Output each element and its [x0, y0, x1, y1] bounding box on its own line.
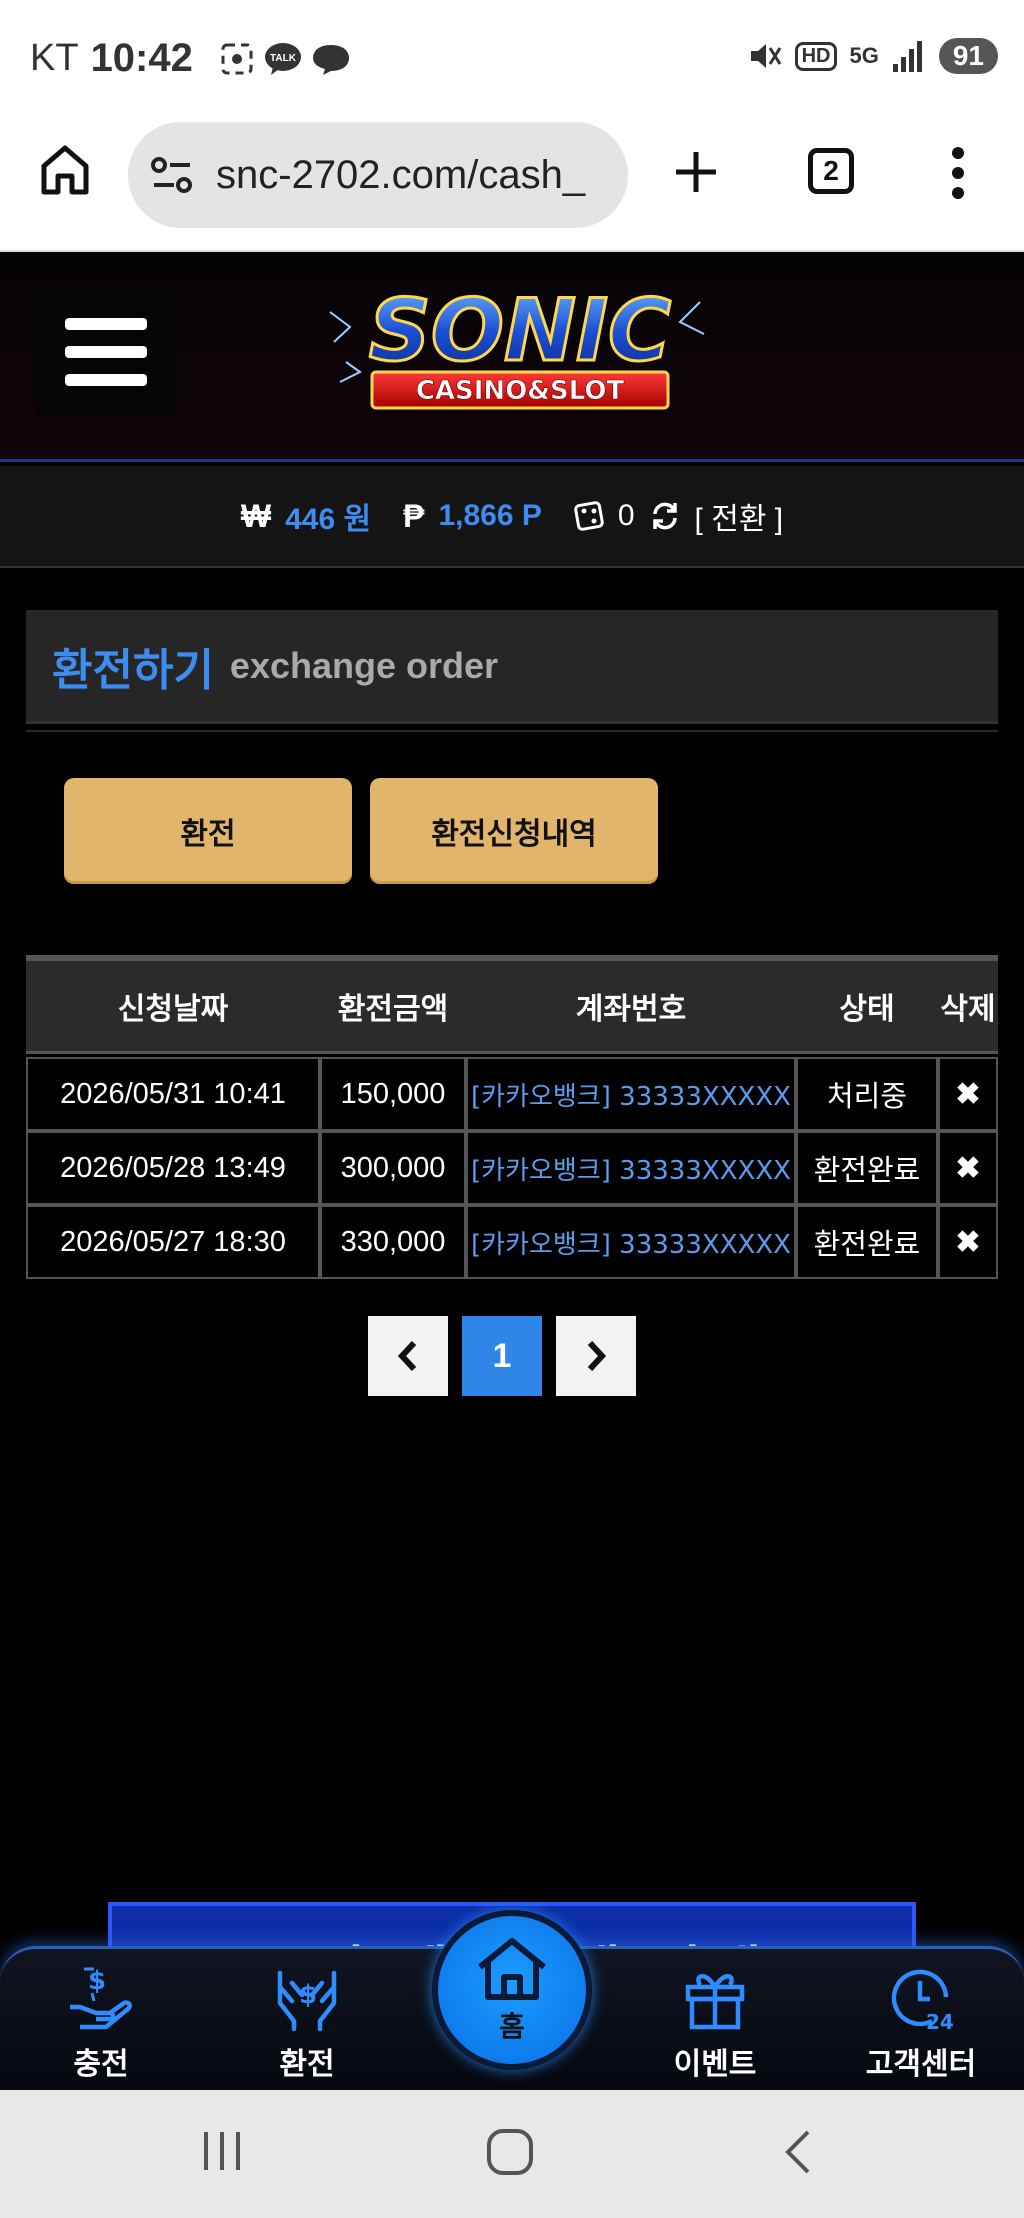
home-icon[interactable] [38, 140, 92, 200]
table-row: 2026/05/31 10:41 150,000 [카카오뱅크] 33333XX… [26, 1057, 998, 1131]
home-icon [478, 1938, 546, 2000]
column-header: 계좌번호 [466, 955, 796, 1051]
signal-icon [892, 41, 922, 72]
network-5g-icon: 5G [849, 43, 879, 68]
divider [26, 730, 998, 732]
deposit-hand-icon: $ [70, 1966, 132, 2030]
prev-page-button[interactable] [368, 1316, 448, 1396]
screenshot-icon [221, 43, 253, 74]
delete-icon[interactable]: ✖ [938, 1131, 998, 1205]
next-page-button[interactable] [556, 1316, 636, 1396]
cash-balance: 446 원 [285, 503, 372, 536]
account-number: [카카오뱅크] 33333XXXXX [466, 1057, 796, 1131]
page-title: 환전하기 [52, 644, 214, 696]
delete-icon[interactable]: ✖ [938, 1205, 998, 1279]
nav-label: 환전 [279, 2047, 335, 2082]
nav-exchange[interactable]: $ 환전 [232, 1963, 382, 2083]
nav-event[interactable]: 이벤트 [640, 1963, 790, 2083]
site-logo[interactable]: SONIC CASINO&SLOT [320, 272, 720, 422]
nav-label: 이벤트 [673, 2047, 757, 2082]
back-icon[interactable] [780, 2128, 814, 2176]
nav-charge[interactable]: $ 충전 [26, 1963, 176, 2083]
more-menu-icon[interactable] [948, 146, 968, 200]
site-header: SONIC CASINO&SLOT [0, 252, 1024, 462]
exchange-amount: 300,000 [320, 1131, 466, 1205]
browser-toolbar: snc-2702.com/cash_ 2 [0, 118, 1024, 252]
point-icon: ₱ [403, 497, 425, 534]
status-label: 환전완료 [796, 1205, 938, 1279]
mute-icon [750, 44, 781, 68]
gift-icon [685, 1974, 745, 2030]
menu-icon-bar [65, 374, 147, 386]
exchange-hands-icon: $ [277, 1970, 337, 2032]
chevron-right-icon [587, 1340, 607, 1372]
balance-bar: ₩ 446 원 ₱ 1,866 P 0 [ 전환 ] [0, 466, 1024, 568]
menu-icon-bar [65, 346, 147, 358]
nav-label: 고객센터 [865, 2047, 977, 2082]
nav-home-button[interactable]: 홈 [432, 1910, 592, 2070]
request-date: 2026/05/27 18:30 [26, 1205, 320, 1279]
account-number: [카카오뱅크] 33333XXXXX [466, 1205, 796, 1279]
chevron-left-icon [397, 1340, 417, 1372]
hamburger-menu-button[interactable] [36, 288, 176, 416]
logo-subtitle: CASINO&SLOT [416, 376, 625, 406]
exchange-amount: 330,000 [320, 1205, 466, 1279]
page-subtitle: exchange order [229, 644, 499, 686]
recent-apps-icon[interactable] [200, 2128, 244, 2174]
nav-label: 충전 [73, 2047, 129, 2082]
nav-support[interactable]: 24 고객센터 [846, 1963, 996, 2083]
request-date: 2026/05/28 13:49 [26, 1131, 320, 1205]
carrier-label: KT [30, 37, 79, 79]
site-settings-icon[interactable] [150, 155, 194, 195]
clock: 10:42 [90, 36, 193, 80]
support-24h-icon: 24 [891, 1969, 954, 2033]
status-label: 처리중 [796, 1057, 938, 1131]
svg-text:TALK: TALK [270, 53, 297, 64]
logo-title: SONIC [369, 281, 671, 381]
column-header: 삭제 [938, 955, 998, 1051]
convert-button[interactable]: [ 전환 ] [695, 494, 784, 538]
won-icon: ₩ [240, 497, 272, 534]
battery-indicator: 91 [938, 38, 998, 74]
page-title-box: 환전하기 exchange order [26, 610, 998, 724]
menu-icon-bar [65, 318, 147, 330]
url-text: snc-2702.com/cash_ [216, 152, 586, 197]
home-icon[interactable] [486, 2128, 534, 2176]
table-row: 2026/05/28 13:49 300,000 [카카오뱅크] 33333XX… [26, 1131, 998, 1205]
exchange-tab-button[interactable]: 환전 [64, 778, 352, 884]
address-bar[interactable]: snc-2702.com/cash_ [128, 122, 628, 228]
new-tab-icon[interactable] [672, 148, 720, 196]
kakaotalk-icon: TALK [264, 42, 301, 75]
exchange-history-tab-button[interactable]: 환전신청내역 [370, 778, 658, 884]
system-navigation-bar [0, 2090, 1024, 2218]
nav-label: 홈 [499, 2010, 525, 2043]
svg-text:24: 24 [926, 2010, 954, 2033]
table-row: 2026/05/27 18:30 330,000 [카카오뱅크] 33333XX… [26, 1205, 998, 1279]
pagination: 1 [368, 1316, 636, 1396]
chat-bubble-icon [312, 44, 349, 75]
column-header: 신청날짜 [26, 955, 320, 1051]
casino-balance: 0 [617, 499, 635, 532]
point-balance: 1,866 P [438, 499, 542, 532]
request-date: 2026/05/31 10:41 [26, 1057, 320, 1131]
account-number: [카카오뱅크] 33333XXXXX [466, 1131, 796, 1205]
status-label: 환전완료 [796, 1131, 938, 1205]
tab-count: 2 [808, 148, 854, 194]
delete-icon[interactable]: ✖ [938, 1057, 998, 1131]
exchange-history-table: 신청날짜 환전금액 계좌번호 상태 삭제 2026/05/31 10:41 15… [26, 955, 998, 1279]
page-number-button[interactable]: 1 [462, 1316, 542, 1396]
column-header: 상태 [796, 955, 938, 1051]
tab-switcher-button[interactable]: 2 [808, 148, 854, 194]
status-bar: KT 10:42 TALK HD 5G 91 [0, 0, 1024, 118]
casino-chip-icon [574, 501, 604, 531]
refresh-icon[interactable] [649, 500, 681, 532]
table-header-row: 신청날짜 환전금액 계좌번호 상태 삭제 [26, 955, 998, 1051]
exchange-amount: 150,000 [320, 1057, 466, 1131]
column-header: 환전금액 [320, 955, 466, 1051]
hd-icon: HD [794, 41, 838, 71]
